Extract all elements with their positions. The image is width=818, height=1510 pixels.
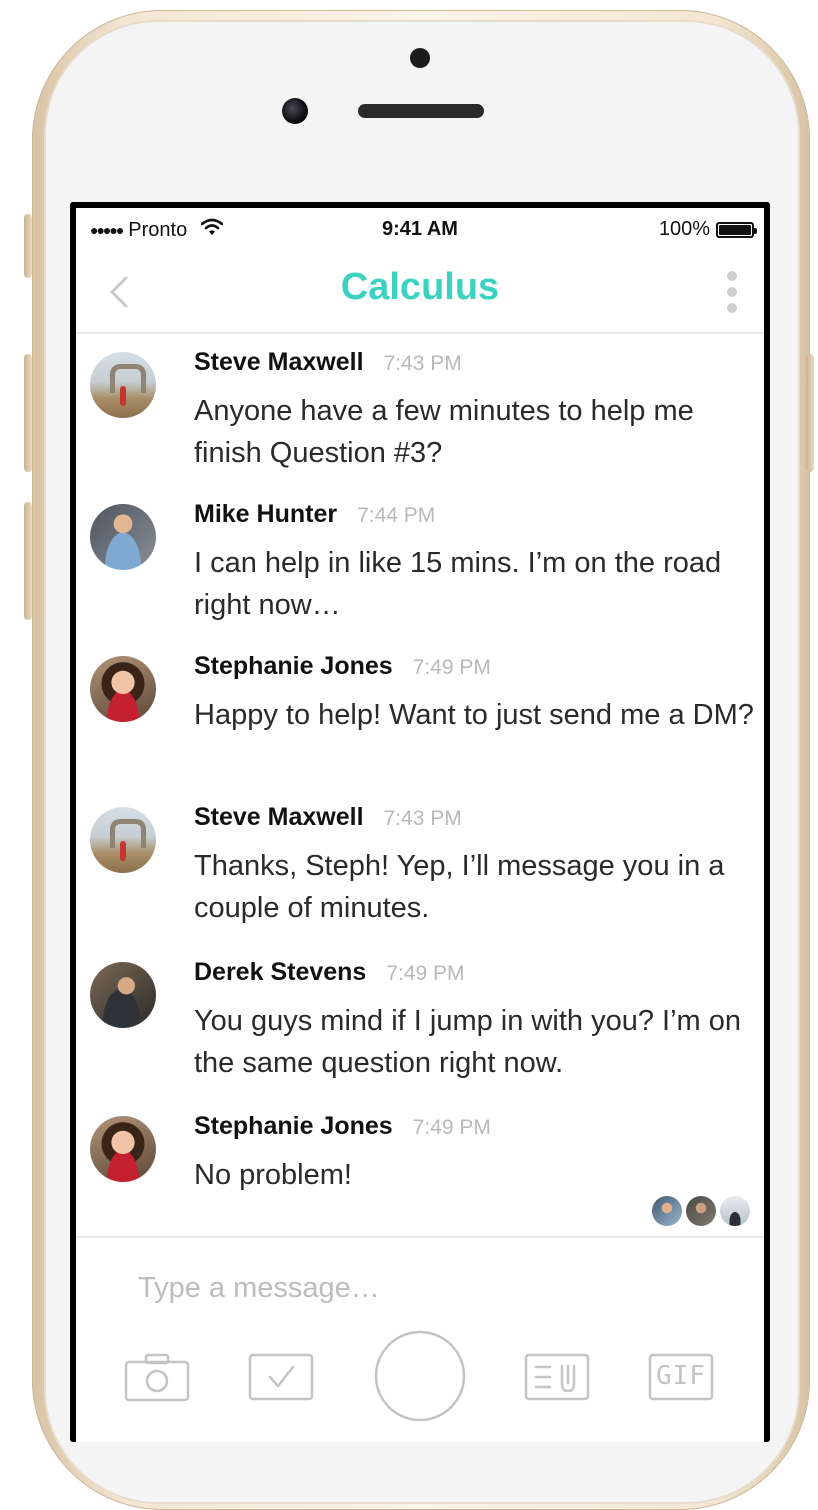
file-attachment-icon[interactable]: [524, 1352, 590, 1402]
sender-name[interactable]: Mike Hunter: [194, 500, 337, 529]
message-input[interactable]: [138, 1266, 698, 1310]
message-composer: GIF: [76, 1236, 764, 1442]
message-header: Stephanie Jones 7:49 PM: [194, 652, 491, 681]
message-item: Mike Hunter 7:44 PM I can help in like 1…: [76, 486, 764, 638]
avatar[interactable]: [90, 1116, 156, 1182]
phone-screen: ●●●●● Pronto 9:41 AM 100% Calculus Steve…: [70, 202, 770, 1442]
checkbox-icon[interactable]: [248, 1352, 314, 1402]
navigation-bar: Calculus: [76, 252, 764, 334]
read-receipt-avatar: [720, 1196, 750, 1226]
message-item: Stephanie Jones 7:49 PM No problem!: [76, 1098, 764, 1208]
channel-title: Calculus: [340, 266, 500, 308]
status-right: 100%: [658, 218, 757, 241]
vertical-ellipsis-icon[interactable]: [720, 268, 744, 316]
read-receipt-avatar: [652, 1196, 682, 1226]
earpiece-speaker: [358, 104, 484, 118]
sender-name[interactable]: Stephanie Jones: [194, 1112, 393, 1141]
sender-name[interactable]: Stephanie Jones: [194, 652, 393, 681]
avatar[interactable]: [90, 656, 156, 722]
message-text: Happy to help! Want to just send me a DM…: [194, 699, 754, 731]
power-button: [806, 354, 814, 472]
message-header: Stephanie Jones 7:49 PM: [194, 1112, 491, 1141]
message-timestamp: 7:44 PM: [357, 504, 436, 527]
battery-percentage: 100%: [658, 218, 710, 240]
message-text: No problem!: [194, 1159, 352, 1191]
message-timestamp: 7:49 PM: [412, 1116, 491, 1139]
message-item: Stephanie Jones 7:49 PM Happy to help! W…: [76, 638, 764, 790]
message-timestamp: 7:43 PM: [383, 352, 462, 375]
message-item: Steve Maxwell 7:43 PM Thanks, Steph! Yep…: [76, 789, 764, 941]
camera-icon[interactable]: [124, 1352, 190, 1402]
avatar[interactable]: [90, 352, 156, 418]
proximity-sensor: [410, 48, 430, 68]
gif-icon[interactable]: GIF: [648, 1352, 714, 1402]
gif-label: GIF: [656, 1361, 706, 1391]
read-receipt-avatar: [686, 1196, 716, 1226]
record-button[interactable]: [374, 1330, 466, 1422]
message-timestamp: 7:49 PM: [412, 656, 491, 679]
volume-up-button: [24, 354, 32, 472]
message-timestamp: 7:49 PM: [386, 962, 465, 985]
message-header: Derek Stevens 7:49 PM: [194, 958, 465, 987]
avatar[interactable]: [90, 807, 156, 873]
message-text: I can help in like 15 mins. I’m on the r…: [194, 547, 722, 621]
message-item: Steve Maxwell 7:43 PM Anyone have a few …: [76, 334, 764, 486]
sender-name[interactable]: Derek Stevens: [194, 958, 366, 987]
message-header: Mike Hunter 7:44 PM: [194, 500, 435, 529]
read-receipts[interactable]: [652, 1196, 750, 1226]
avatar[interactable]: [90, 504, 156, 570]
sender-name[interactable]: Steve Maxwell: [194, 803, 364, 832]
message-timestamp: 7:43 PM: [383, 807, 462, 830]
message-text: You guys mind if I jump in with you? I’m…: [194, 1005, 741, 1079]
message-text: Thanks, Steph! Yep, I’ll message you in …: [194, 850, 725, 924]
status-bar: ●●●●● Pronto 9:41 AM 100%: [76, 208, 764, 252]
volume-down-button: [24, 502, 32, 620]
sender-name[interactable]: Steve Maxwell: [194, 348, 364, 377]
front-camera: [282, 98, 308, 124]
message-header: Steve Maxwell 7:43 PM: [194, 348, 462, 377]
message-text: Anyone have a few minutes to help me fin…: [194, 395, 694, 469]
mute-switch: [24, 214, 32, 278]
message-item: Derek Stevens 7:49 PM You guys mind if I…: [76, 944, 764, 1096]
app-screen: ●●●●● Pronto 9:41 AM 100% Calculus Steve…: [76, 208, 764, 1442]
message-header: Steve Maxwell 7:43 PM: [194, 803, 462, 832]
battery-icon: [716, 221, 757, 238]
avatar[interactable]: [90, 962, 156, 1028]
